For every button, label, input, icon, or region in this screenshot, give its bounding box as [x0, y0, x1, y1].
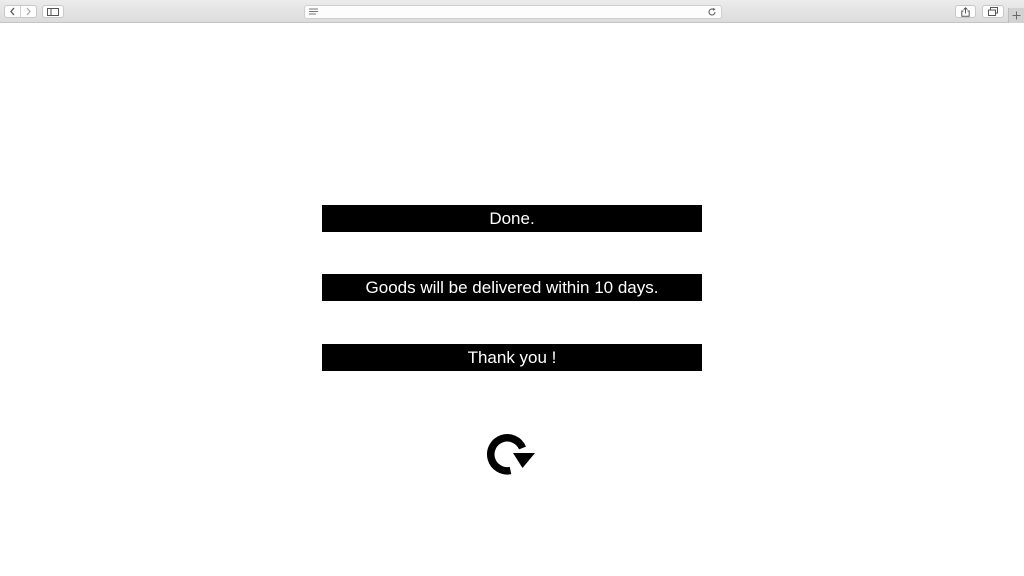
new-tab-button[interactable]	[1008, 8, 1024, 23]
thanks-banner: Thank you !	[322, 344, 702, 371]
status-banner: Done.	[322, 205, 702, 232]
share-icon	[961, 6, 970, 17]
chevron-left-icon	[10, 7, 15, 16]
thanks-text: Thank you !	[467, 348, 557, 367]
delivery-banner: Goods will be delivered within 10 days.	[322, 274, 702, 301]
browser-toolbar	[0, 0, 1024, 23]
address-bar[interactable]	[304, 5, 722, 19]
reload-icon[interactable]	[707, 7, 717, 17]
delivery-text: Goods will be delivered within 10 days.	[365, 278, 659, 297]
sidebar-icon	[47, 7, 59, 16]
plus-icon	[1012, 11, 1021, 20]
navigation-buttons	[4, 5, 37, 18]
tabs-button[interactable]	[982, 5, 1004, 18]
circular-arrow-icon[interactable]	[486, 432, 536, 476]
reader-lines-icon	[309, 8, 318, 15]
status-text: Done.	[489, 209, 535, 228]
back-button[interactable]	[5, 6, 20, 17]
sidebar-button[interactable]	[42, 5, 64, 18]
forward-button[interactable]	[20, 6, 36, 17]
share-button[interactable]	[955, 5, 976, 18]
tabs-icon	[988, 7, 998, 16]
chevron-right-icon	[26, 7, 31, 16]
